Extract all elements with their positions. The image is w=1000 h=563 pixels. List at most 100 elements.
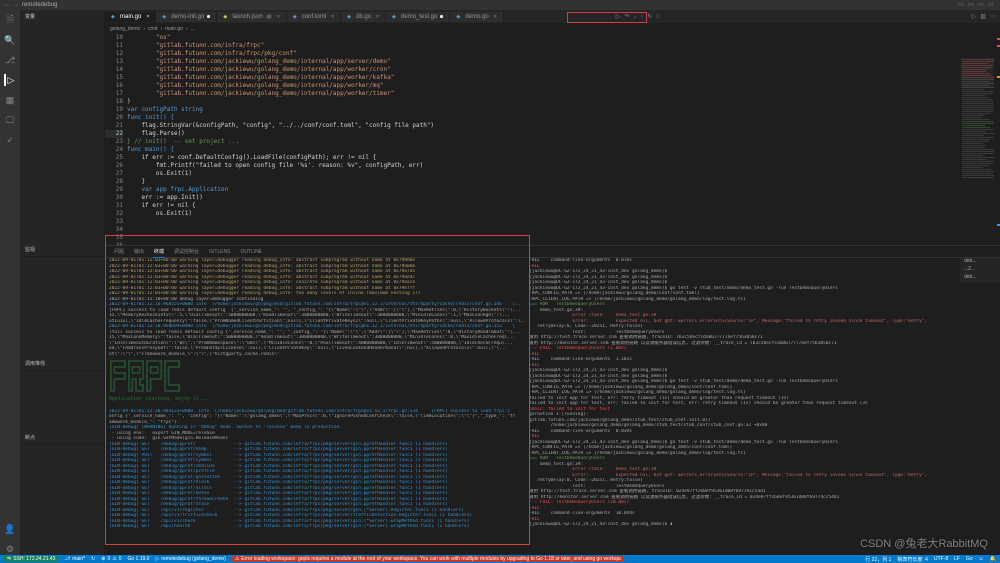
debug-toolbar: ▷ ↷ ↓ ↑ ↻ □	[616, 13, 660, 20]
go-version[interactable]: Go 1.19.0	[127, 556, 149, 562]
breadcrumb-item[interactable]: ...	[191, 26, 195, 32]
scm-icon[interactable]: ⎇	[4, 54, 16, 66]
sidebar-callstack-header[interactable]: 调用堆栈	[20, 357, 104, 371]
file-icon: ◆	[223, 14, 229, 20]
panel-tab[interactable]: GITLENS	[208, 247, 231, 257]
debug-target[interactable]: ▷ remotedebug (golang_demo)	[155, 556, 225, 562]
file-icon: ◆	[392, 14, 398, 20]
search-side-icon[interactable]: 🔍	[4, 34, 16, 46]
terminal[interactable]: FAIL command-line-arguments 0.076sFAIL[j…	[525, 246, 1000, 555]
language-indicator[interactable]: Go	[966, 556, 973, 562]
debug-icon: ▷	[155, 556, 159, 562]
settings-gear-icon[interactable]: ⚙	[4, 543, 16, 555]
files-icon[interactable]: 🗎	[4, 14, 16, 26]
terminal-entry[interactable]: deb...	[962, 257, 998, 265]
tab-label: demo.go	[465, 14, 488, 20]
problems-indicator[interactable]: ⊗0 ⚠0	[101, 556, 121, 562]
editor-tab[interactable]: ◆main.go ×	[105, 12, 156, 22]
sidebar-right-toggle-icon[interactable]: ▭	[978, 1, 986, 9]
workspace-error[interactable]: ⚠ Error loading workspace: gopls require…	[232, 556, 624, 562]
breadcrumb-item[interactable]: golang_demo	[110, 26, 140, 32]
run-debug-icon[interactable]: ▷	[4, 74, 16, 86]
debug-stepout-icon[interactable]: ↑	[640, 14, 643, 20]
remote-icon: ⇋	[7, 556, 11, 562]
editor-tab[interactable]: ◆launch.json2×	[217, 12, 287, 22]
cursor-position[interactable]: 行 22，列 1	[865, 556, 891, 563]
file-icon: ◆	[111, 14, 117, 20]
close-icon[interactable]: ×	[331, 14, 334, 20]
editor-tab[interactable]: ◆conf.toml ×	[287, 12, 341, 22]
file-icon: ◆	[293, 14, 299, 20]
panel-tab[interactable]: 调试控制台	[173, 246, 200, 257]
nav-back-icon[interactable]: ←	[4, 2, 10, 8]
activity-bar: 🗎 🔍 ⎇ ▷ ▦ 🖵 ✓ 👤 ⚙	[0, 10, 20, 555]
sidebar-breakpoints-header[interactable]: 断点	[20, 431, 104, 445]
layout-toggle-icon[interactable]: ▭	[958, 1, 966, 9]
breadcrumb-item[interactable]: main.go	[165, 26, 183, 32]
remote-explorer-icon[interactable]: 🖵	[4, 114, 16, 126]
indent-indicator[interactable]: 制表符长度: 4	[897, 556, 928, 563]
editor-tab[interactable]: ◆db.go×	[341, 12, 386, 22]
modified-dot-icon	[440, 15, 443, 18]
alert-icon: ⚠	[235, 556, 239, 562]
extensions-icon[interactable]: ▦	[4, 94, 16, 106]
feedback-icon[interactable]: ☺	[979, 556, 984, 562]
close-icon[interactable]: ×	[146, 14, 149, 20]
panel-tab[interactable]: 问题	[113, 246, 125, 257]
close-icon[interactable]: ×	[376, 14, 379, 20]
tab-label: demo-init.go	[171, 14, 204, 20]
run-code-icon[interactable]: ▷	[972, 13, 977, 20]
remote-indicator[interactable]: ⇋ SSH: 172.24.21.43	[4, 556, 58, 562]
frpc-ascii-art: ╔═══╗╔═══╗╔═══╗╔═══╗ ║╔══╝║╔═╗║║╔═╗║║╔══…	[105, 357, 525, 397]
bottom-panel: 问题输出终端调试控制台 GITLENS OUTLINE 2022-09-01T01:…	[105, 245, 1000, 555]
close-icon[interactable]: ×	[277, 14, 280, 20]
editor-area: ◆main.go×◆demo-init.go◆launch.json2×◆con…	[105, 10, 1000, 555]
tab-label: demo_test.go	[401, 14, 437, 20]
breadcrumbs[interactable]: golang_demo› cmd› main.go› ...	[105, 24, 1000, 34]
file-icon: ◆	[456, 14, 462, 20]
tab-label: conf.toml	[302, 14, 326, 20]
branch-indicator[interactable]: ⎇ main*	[64, 556, 85, 562]
terminal-entry[interactable]: ...2...	[962, 265, 998, 273]
file-icon: ◆	[347, 14, 353, 20]
panel-tab[interactable]: OUTLINE	[239, 247, 263, 257]
title-bar: ← → remotedebug ▭ ▭ ▭ ▭	[0, 0, 1000, 10]
nav-forward-icon[interactable]: →	[13, 2, 19, 8]
eol-indicator[interactable]: LF	[954, 556, 960, 562]
test-icon[interactable]: ✓	[4, 134, 16, 146]
debug-stop-icon[interactable]: □	[656, 14, 660, 20]
terminal-entry[interactable]: deb...	[962, 273, 998, 281]
account-icon[interactable]: 👤	[4, 523, 16, 535]
code-editor[interactable]: 1011121314151617181920212223242526272829…	[105, 34, 1000, 245]
customize-layout-icon[interactable]: ▭	[988, 1, 996, 9]
editor-tab[interactable]: ◆demo-init.go	[156, 12, 217, 22]
panel-tab[interactable]: 终端	[153, 246, 165, 258]
debug-restart-icon[interactable]: ↻	[647, 13, 652, 20]
debug-sidebar: 变量 监视 调用堆栈 断点	[20, 10, 105, 555]
error-icon: ⊗	[101, 556, 105, 562]
sidebar-variables-header[interactable]: 变量	[20, 10, 104, 23]
scrollbar[interactable]	[994, 34, 1000, 245]
notifications-icon[interactable]: 🔔	[990, 556, 996, 562]
tab-label: launch.json	[232, 14, 262, 20]
branch-icon: ⎇	[64, 556, 70, 562]
split-editor-icon[interactable]: ▥	[980, 13, 986, 20]
panel-tabs: 问题输出终端调试控制台 GITLENS OUTLINE	[105, 246, 1000, 258]
close-icon[interactable]: ×	[494, 14, 497, 20]
editor-tab[interactable]: ◆demo_test.go	[386, 12, 450, 22]
debug-continue-icon[interactable]: ▷	[616, 13, 621, 20]
debug-stepin-icon[interactable]: ↓	[633, 14, 636, 20]
panel-toggle-icon[interactable]: ▭	[968, 1, 976, 9]
sidebar-watch-header[interactable]: 监视	[20, 243, 104, 257]
encoding-indicator[interactable]: UTF-8	[934, 556, 948, 562]
file-icon: ◆	[162, 14, 168, 20]
panel-tab[interactable]: 输出	[133, 246, 145, 257]
breadcrumb-item[interactable]: cmd	[148, 26, 157, 32]
tab-label: main.go	[120, 14, 141, 20]
status-bar: ⇋ SSH: 172.24.21.43 ⎇ main* ↻ ⊗0 ⚠0 Go 1…	[0, 555, 1000, 563]
debug-stepover-icon[interactable]: ↷	[624, 13, 629, 20]
editor-tab[interactable]: ◆demo.go ×	[450, 12, 503, 22]
debug-console[interactable]: 2022-09-01T01:12:03+00:00 warning layer=…	[105, 246, 525, 555]
more-actions-icon[interactable]: ⋯	[990, 13, 996, 20]
sync-button[interactable]: ↻	[91, 556, 95, 562]
